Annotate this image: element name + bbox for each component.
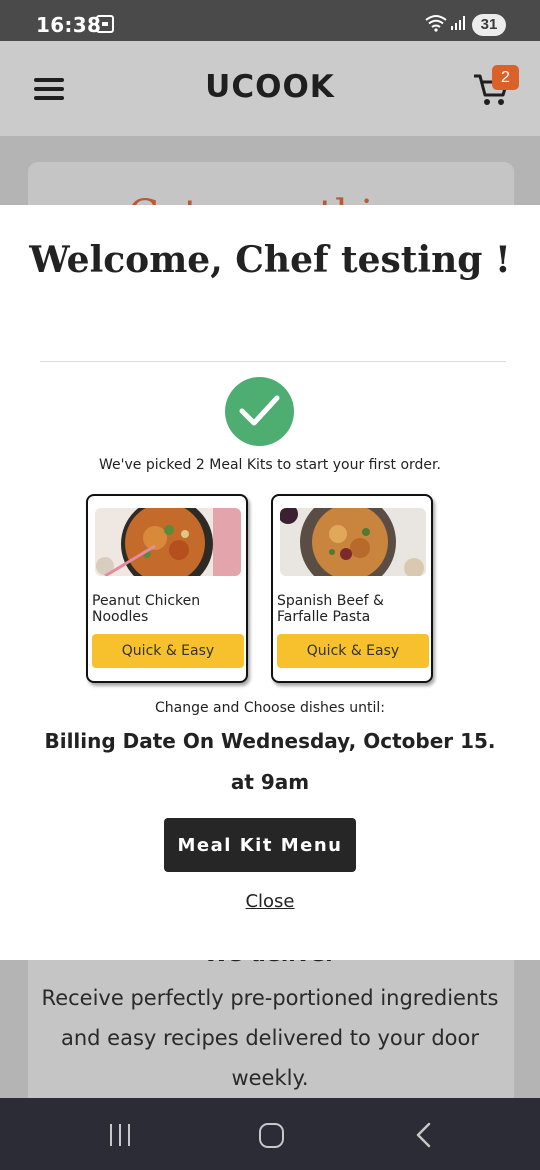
- system-nav-bar: [0, 1098, 540, 1170]
- app-header: ᑌCOOK 2: [0, 41, 540, 136]
- screenshot-icon: [96, 15, 114, 33]
- meal-tag-badge: Quick & Easy: [92, 634, 244, 668]
- status-time: 16:38: [36, 13, 102, 37]
- meal-tag-badge: Quick & Easy: [277, 634, 429, 668]
- welcome-modal: Welcome, Chef testing ! We've picked 2 M…: [0, 205, 540, 960]
- meal-kit-menu-button[interactable]: Meal Kit Menu: [164, 818, 356, 872]
- recents-icon[interactable]: [108, 1124, 132, 1146]
- billing-date-text: Billing Date On Wednesday, October 15.: [44, 729, 496, 753]
- modal-divider: [40, 361, 506, 362]
- meal-card[interactable]: Spanish Beef & Farfalle Pasta Quick & Ea…: [271, 494, 433, 683]
- ucook-logo[interactable]: ᑌCOOK: [0, 69, 540, 105]
- change-dishes-text: Change and Choose dishes until:: [154, 700, 385, 716]
- check-circle-icon: [225, 377, 294, 446]
- modal-title: Welcome, Chef testing !: [29, 239, 511, 281]
- meal-card[interactable]: Peanut Chicken Noodles Quick & Easy: [86, 494, 248, 683]
- meal-image: [280, 508, 426, 576]
- picked-meal-kits-text: We've picked 2 Meal Kits to start your f…: [99, 457, 441, 473]
- home-icon[interactable]: [259, 1123, 284, 1148]
- billing-time-text: at 9am: [230, 770, 310, 794]
- status-bar: 16:38 31: [0, 0, 540, 41]
- background-body-text: Receive perfectly pre-portioned ingredie…: [41, 986, 499, 1090]
- battery-indicator: 31: [472, 14, 506, 36]
- meal-name: Peanut Chicken Noodles: [92, 593, 201, 625]
- meal-image: [95, 508, 241, 576]
- meal-name: Spanish Beef & Farfalle Pasta: [277, 593, 384, 625]
- close-link[interactable]: Close: [0, 891, 540, 912]
- wifi-icon: [425, 15, 447, 32]
- signal-icon: [451, 16, 465, 30]
- back-icon[interactable]: [413, 1122, 437, 1148]
- cart-count-badge: 2: [492, 65, 519, 90]
